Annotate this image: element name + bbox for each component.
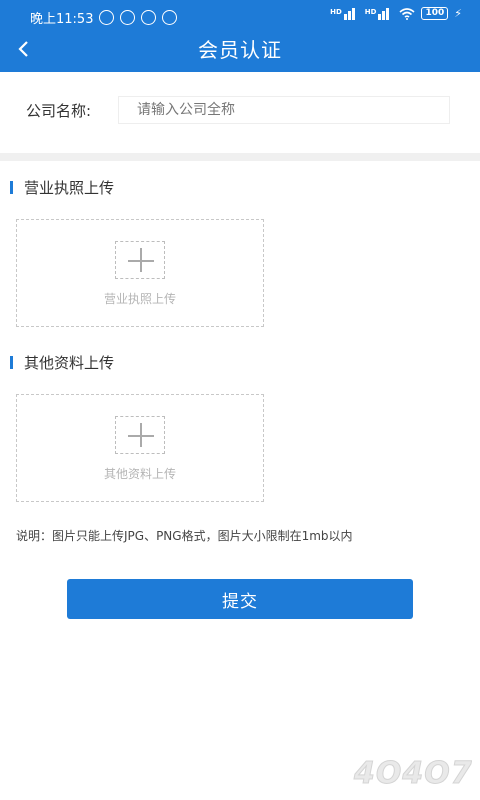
upload-note: 说明：图片只能上传JPG、PNG格式，图片大小限制在1mb以内	[16, 529, 353, 543]
charging-icon: ⚡	[454, 7, 462, 20]
hd-tag-1: HD	[330, 7, 342, 16]
other-docs-upload-label: 其他资料上传	[103, 467, 176, 481]
watermark-logo: 4O4O7	[353, 756, 473, 792]
alarm-icon	[120, 10, 136, 25]
signal-icon-1: HD	[330, 7, 359, 20]
app-header: 晚上11:53 HD HD 100 ⚡ 会员认证	[0, 0, 480, 72]
company-name-row: 公司名称:	[0, 96, 480, 126]
status-right: HD HD 100 ⚡	[330, 7, 462, 20]
wifi-icon	[399, 7, 415, 20]
section-accent-bar	[10, 356, 13, 369]
app-notification-icon-2	[162, 10, 178, 25]
app-notification-icon	[141, 10, 157, 25]
status-bar: 晚上11:53 HD HD 100 ⚡	[0, 0, 480, 30]
section-accent-bar	[10, 181, 13, 194]
section-divider	[0, 153, 480, 161]
other-docs-section-label: 其他资料上传	[24, 354, 115, 372]
license-section-label: 营业执照上传	[24, 179, 115, 197]
other-docs-section-title: 其他资料上传	[10, 352, 114, 373]
sync-off-icon	[99, 10, 115, 25]
license-upload-box[interactable]: 营业执照上传	[16, 219, 264, 327]
company-name-input[interactable]	[118, 96, 450, 124]
other-docs-upload-box[interactable]: 其他资料上传	[16, 394, 264, 502]
battery-icon: 100	[421, 7, 449, 20]
submit-button[interactable]: 提交	[67, 579, 413, 619]
watermark-text: 4O4O7	[353, 756, 472, 791]
page-title: 会员认证	[198, 38, 282, 62]
plus-icon	[115, 416, 165, 454]
license-section-title: 营业执照上传	[10, 177, 114, 198]
signal-icon-2: HD	[364, 7, 394, 20]
hd-tag-2: HD	[364, 7, 377, 16]
company-name-label: 公司名称:	[26, 102, 92, 120]
plus-icon	[115, 241, 165, 279]
status-time: 晚上11:53	[30, 12, 94, 27]
license-upload-label: 营业执照上传	[103, 292, 176, 306]
status-left: 晚上11:53	[30, 8, 178, 27]
